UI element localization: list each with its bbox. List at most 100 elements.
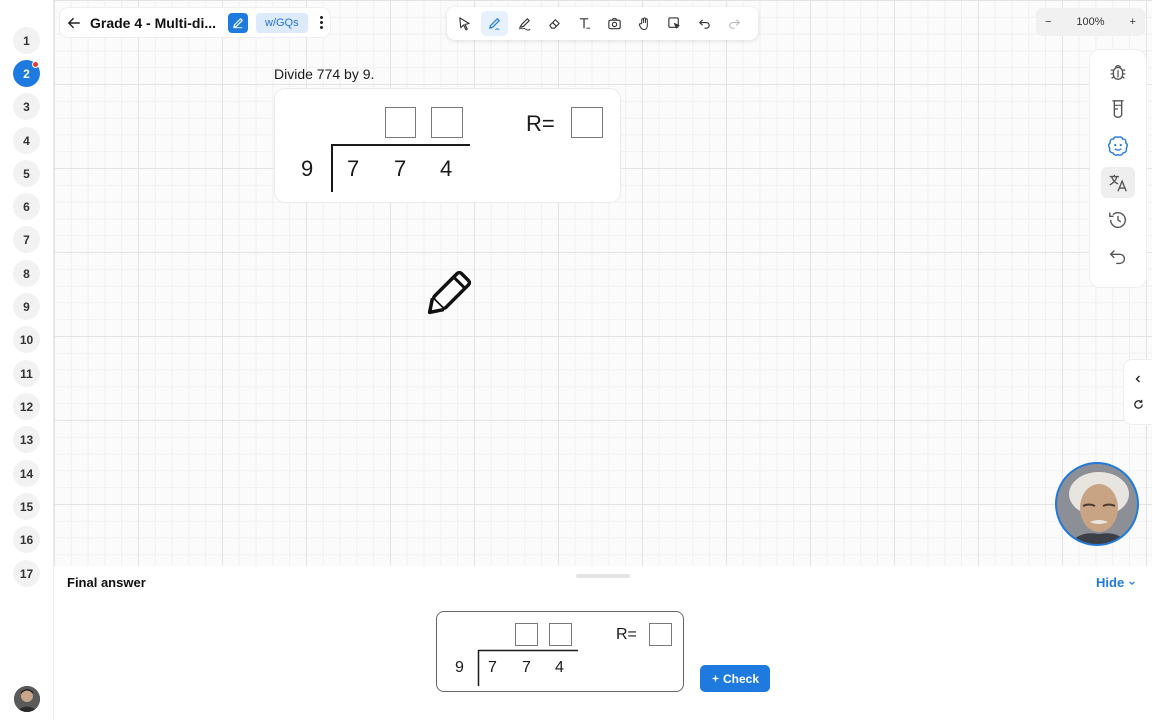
highlighter-tool[interactable] — [511, 11, 538, 36]
page-rail: 1 2 3 4 5 6 7 8 9 10 11 12 13 14 15 16 1… — [0, 0, 54, 720]
redo-icon — [729, 19, 740, 29]
page-item-8[interactable]: 8 — [13, 260, 40, 287]
page-item-14[interactable]: 14 — [13, 460, 40, 487]
whiteboard-canvas[interactable] — [54, 0, 1152, 566]
notification-dot — [32, 61, 39, 68]
eraser-tool[interactable] — [541, 11, 568, 36]
more-menu-icon[interactable] — [316, 16, 328, 29]
translate-button[interactable] — [1101, 167, 1135, 198]
select-icon — [459, 17, 470, 31]
page-item-12[interactable]: 12 — [13, 393, 40, 420]
answer-divisor: 9 — [455, 659, 464, 676]
page-item-6[interactable]: 6 — [13, 193, 40, 220]
zoom-control: − 100% + — [1036, 8, 1145, 36]
translate-icon — [1109, 174, 1127, 192]
history-button[interactable] — [1101, 204, 1135, 235]
hand-tool[interactable] — [631, 11, 658, 36]
bug-report-button[interactable] — [1101, 56, 1135, 87]
page-item-13[interactable]: 13 — [13, 426, 40, 453]
chevron-left-icon[interactable] — [1133, 374, 1143, 384]
page-item-3[interactable]: 3 — [13, 93, 40, 120]
hide-label: Hide — [1096, 575, 1125, 590]
back-arrow-icon[interactable] — [66, 15, 82, 31]
pen-tool[interactable] — [481, 11, 508, 36]
answer-card: R= 9 7 7 4 — [436, 611, 684, 692]
tutor-portrait-icon — [1057, 464, 1137, 544]
page-item-15[interactable]: 15 — [13, 493, 40, 520]
refresh-icon[interactable] — [1133, 399, 1144, 410]
remainder-box[interactable] — [571, 107, 603, 138]
answer-quotient-box-tens[interactable] — [515, 623, 538, 646]
eraser-icon — [549, 19, 560, 29]
panel-drag-handle[interactable] — [576, 574, 630, 578]
tutor-button[interactable] — [1101, 130, 1135, 161]
page-item-1[interactable]: 1 — [13, 27, 40, 54]
document-title: Grade 4 - Multi-di... — [90, 14, 217, 31]
lab-button[interactable] — [1101, 93, 1135, 124]
hand-icon — [638, 17, 648, 31]
drawing-toolbar — [447, 7, 758, 40]
zoom-level[interactable]: 100% — [1076, 16, 1104, 28]
zoom-in-button[interactable]: + — [1130, 16, 1136, 28]
undo-icon — [1109, 249, 1126, 264]
text-tool[interactable] — [571, 11, 598, 36]
dividend-digit: 7 — [347, 156, 360, 181]
answer-quotient-box-ones[interactable] — [549, 623, 572, 646]
side-undo-button[interactable] — [1101, 241, 1135, 272]
text-icon — [579, 18, 591, 29]
screen-select-tool[interactable] — [661, 11, 688, 36]
answer-remainder-box[interactable] — [649, 623, 672, 646]
right-side-panel — [1090, 50, 1146, 287]
redo-tool[interactable] — [721, 11, 748, 36]
page-item-2[interactable]: 2 — [13, 60, 40, 87]
page-item-17[interactable]: 17 — [13, 560, 40, 587]
panel-collapse-tab — [1124, 360, 1152, 424]
page-item-9[interactable]: 9 — [13, 293, 40, 320]
problem-prompt: Divide 774 by 9. — [274, 66, 375, 82]
tutor-avatar[interactable] — [1055, 462, 1139, 546]
dividend-digit: 7 — [394, 156, 407, 181]
divisor: 9 — [301, 156, 314, 181]
pencil-icon — [233, 17, 243, 28]
page-item-16[interactable]: 16 — [13, 526, 40, 553]
user-avatar-icon — [14, 686, 40, 712]
camera-tool[interactable] — [601, 11, 628, 36]
answer-dividend-digit: 7 — [522, 659, 531, 676]
camera-icon — [608, 18, 621, 30]
remainder-label: R= — [526, 111, 555, 136]
bug-icon — [1110, 64, 1126, 80]
check-label: Check — [722, 671, 760, 686]
answer-dividend-digit: 7 — [488, 659, 497, 676]
problem-card: R= 9 7 7 4 — [275, 89, 620, 202]
select-tool[interactable] — [451, 11, 478, 36]
beaker-icon — [1112, 99, 1124, 118]
quotient-box-tens[interactable] — [385, 107, 416, 138]
undo-tool[interactable] — [691, 11, 718, 36]
quotient-box-ones[interactable] — [431, 107, 463, 138]
page-item-4[interactable]: 4 — [13, 127, 40, 154]
hide-button[interactable]: Hide — [1096, 575, 1136, 590]
document-header: Grade 4 - Multi-di... w/GQs — [60, 8, 330, 37]
chevron-down-icon — [1128, 581, 1135, 586]
screen-select-icon — [668, 17, 681, 30]
edit-title-button[interactable] — [228, 12, 248, 33]
dividend-digit: 4 — [440, 156, 453, 181]
check-button[interactable]: Check — [700, 665, 770, 692]
pen-icon — [489, 18, 500, 30]
zoom-out-button[interactable]: − — [1045, 16, 1051, 28]
page-item-5[interactable]: 5 — [13, 160, 40, 187]
page-item-10[interactable]: 10 — [13, 326, 40, 353]
user-avatar[interactable] — [14, 686, 40, 712]
history-icon — [1109, 211, 1126, 228]
undo-icon — [699, 19, 710, 29]
answer-remainder-label: R= — [616, 626, 637, 643]
highlighter-icon — [518, 18, 531, 31]
tutor-face-icon — [1108, 135, 1128, 156]
pencil-cursor-icon — [427, 270, 472, 315]
final-answer-label: Final answer — [67, 575, 146, 590]
sparkle-icon — [711, 674, 720, 683]
tag-button[interactable]: w/GQs — [256, 12, 308, 33]
answer-dividend-digit: 4 — [555, 659, 564, 676]
page-item-7[interactable]: 7 — [13, 226, 40, 253]
page-item-11[interactable]: 11 — [13, 360, 40, 387]
